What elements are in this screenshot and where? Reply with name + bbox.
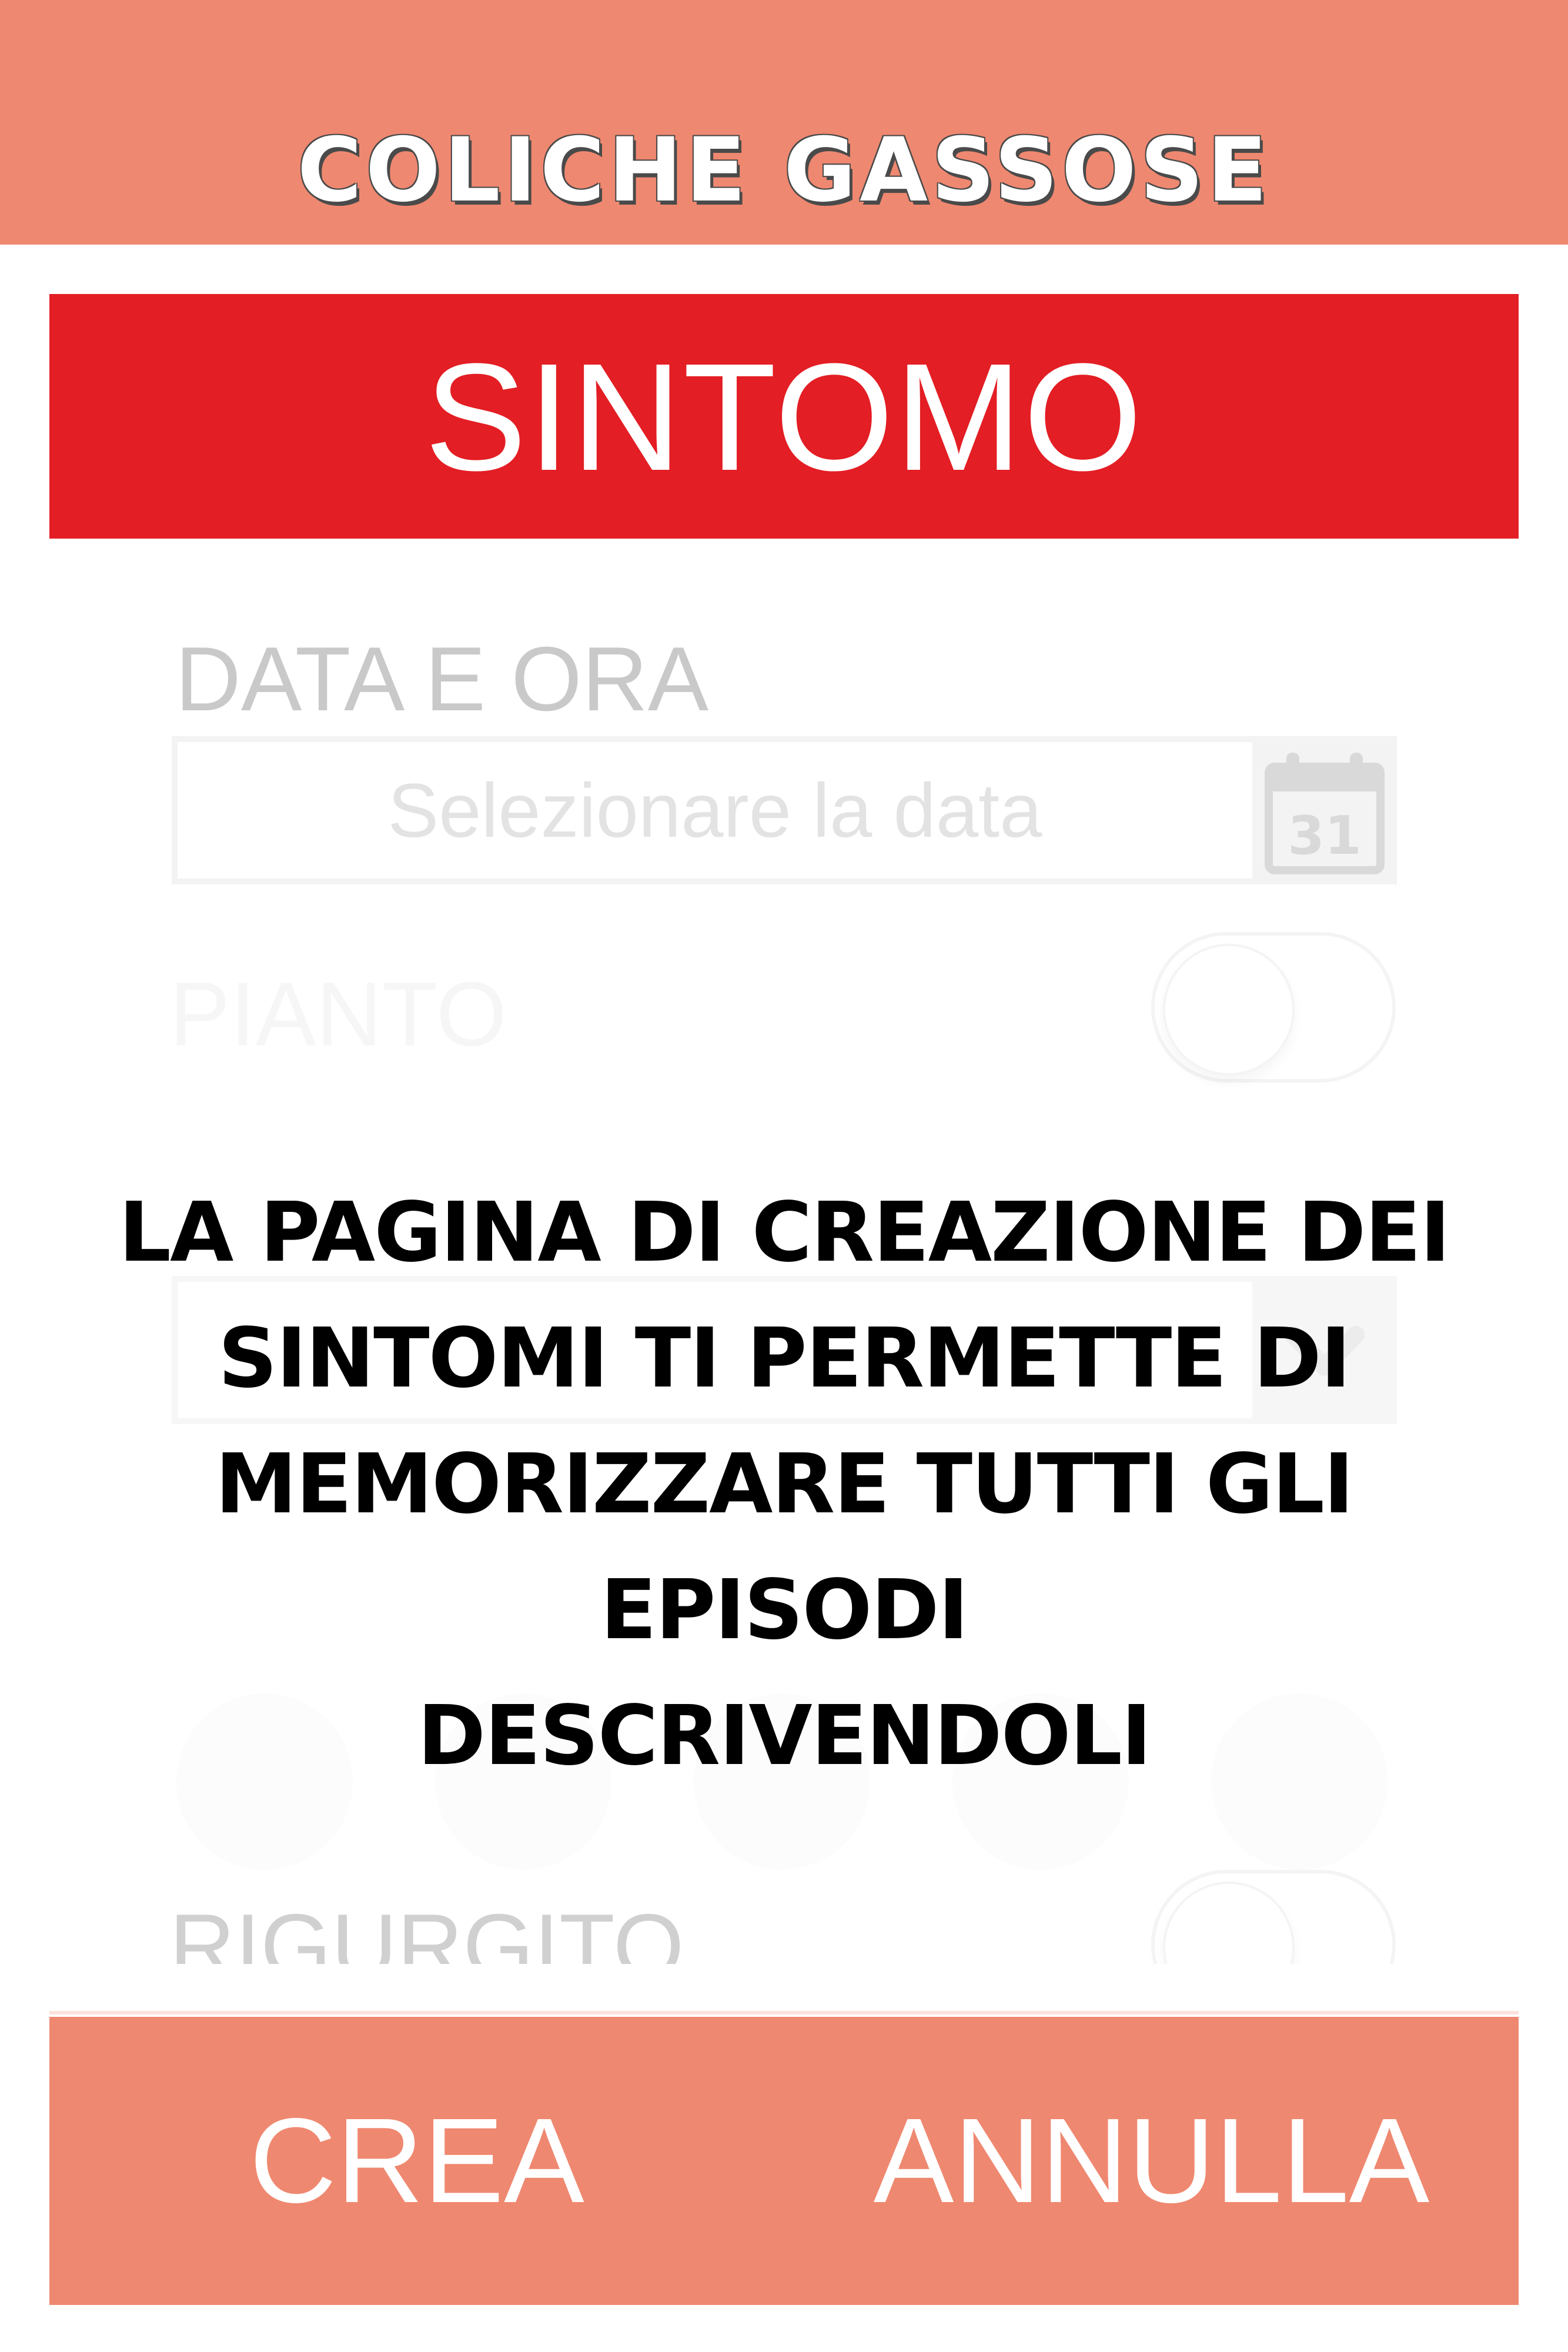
date-time-label: DATA E ORA xyxy=(175,628,709,730)
toggle-knob xyxy=(1163,1882,1295,1964)
regurgitation-label: RIGURGITO xyxy=(169,1895,684,1965)
footer-divider xyxy=(49,2011,1519,2014)
create-button[interactable]: CREA xyxy=(49,2017,784,2305)
section-banner: SINTOMO xyxy=(49,294,1519,539)
tutorial-overlay-text: LA PAGINA DI CREAZIONE DEI SINTOMI TI PE… xyxy=(94,1170,1474,1799)
app-header: COLICHE GASSOSE xyxy=(0,0,1568,245)
calendar-button[interactable]: 31 xyxy=(1252,736,1397,884)
overlay-line: LA PAGINA DI CREAZIONE DEI xyxy=(118,1185,1450,1281)
overlay-line: MEMORIZZARE TUTTI GLI EPISODI xyxy=(215,1436,1354,1658)
date-input[interactable]: Selezionare la data xyxy=(172,736,1258,884)
overlay-line: SINTOMI TI PERMETTE DI xyxy=(218,1311,1351,1406)
overlay-line: DESCRIVENDOLI xyxy=(417,1688,1152,1784)
calendar-icon: 31 xyxy=(1265,753,1385,874)
symptom-create-screen: COLICHE GASSOSE SINTOMO DATA E ORA Selez… xyxy=(0,0,1568,2352)
crying-label: PIANTO xyxy=(169,963,507,1065)
cancel-button[interactable]: ANNULLA xyxy=(784,2017,1519,2305)
crying-toggle[interactable] xyxy=(1151,932,1396,1083)
footer-actions: CREA ANNULLA xyxy=(49,2017,1519,2305)
app-title: COLICHE GASSOSE xyxy=(297,119,1271,222)
calendar-day-number: 31 xyxy=(1288,805,1361,867)
toggle-knob xyxy=(1163,944,1295,1075)
regurgitation-toggle[interactable] xyxy=(1151,1870,1396,1964)
section-title: SINTOMO xyxy=(424,332,1144,503)
